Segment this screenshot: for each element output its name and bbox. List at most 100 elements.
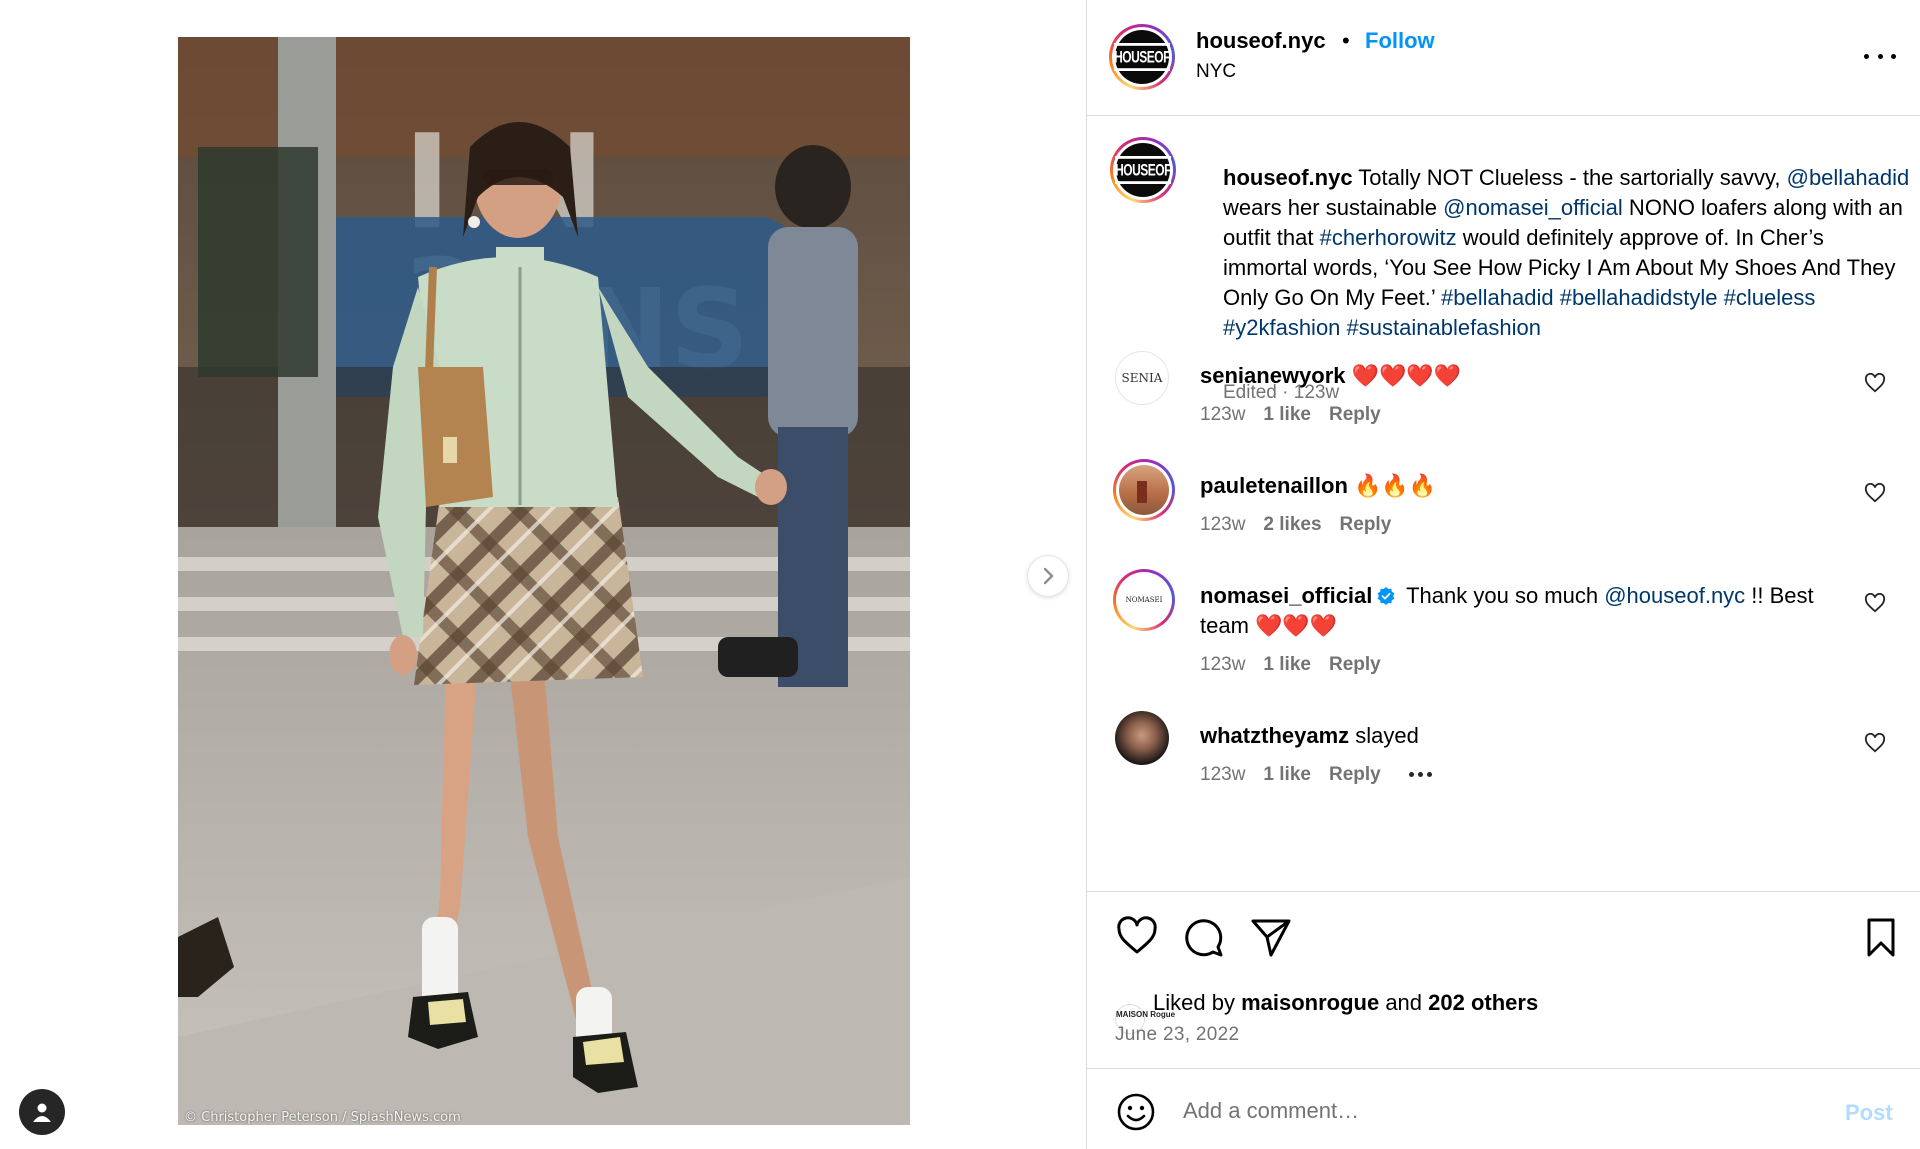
comment-text: Thank you so much	[1400, 583, 1605, 608]
caption-text-part: Totally NOT Clueless - the sartorially s…	[1352, 165, 1787, 190]
heart-icon[interactable]	[1864, 483, 1886, 503]
comment-item: NOMASEI nomasei_official Thank you so mu…	[1113, 569, 1895, 675]
comment-meta: 123w 2 likes Reply	[1200, 514, 1409, 536]
comments-list[interactable]: HOUSEOF houseof.nyc Totally NOT Clueless…	[1087, 117, 1920, 892]
comment-text: ❤️❤️❤️❤️	[1345, 363, 1462, 388]
author-avatar[interactable]: HOUSEOF	[1109, 24, 1175, 90]
comment-input[interactable]	[1183, 1092, 1803, 1130]
comment-likes[interactable]: 1 like	[1263, 654, 1311, 675]
comment-text: 🔥🔥🔥	[1347, 473, 1437, 498]
commenter-avatar[interactable]	[1113, 459, 1175, 521]
emoji-icon[interactable]	[1116, 1092, 1156, 1132]
liked-by-prefix: Liked by	[1153, 990, 1242, 1015]
commenter-avatar-text: SENIA	[1121, 371, 1163, 385]
more-horizontal-icon-dot	[1877, 53, 1883, 59]
post-location[interactable]: NYC	[1196, 61, 1236, 83]
more-horizontal-icon	[1864, 53, 1869, 59]
comment-body: nomasei_official Thank you so much @hous…	[1200, 581, 1840, 641]
commenter-avatar[interactable]: SENIA	[1115, 351, 1169, 405]
more-horizontal-icon	[1408, 772, 1414, 778]
caption-author-avatar-inner: HOUSEOF	[1113, 140, 1173, 200]
reply-button[interactable]: Reply	[1340, 514, 1392, 535]
commenter-avatar[interactable]: NOMASEI	[1113, 569, 1175, 631]
profile-button[interactable]	[19, 1089, 65, 1135]
comment-time[interactable]: 123w	[1200, 404, 1245, 425]
heart-icon[interactable]	[1864, 733, 1886, 753]
post-actions: MAISON RogueLiked by maisonrogue and 202…	[1087, 893, 1920, 1069]
reply-button[interactable]: Reply	[1329, 404, 1381, 425]
comment-item: SENIA senianewyork ❤️❤️❤️❤️ 123w 1 like Re…	[1115, 351, 1895, 441]
bookmark-icon[interactable]	[1859, 915, 1903, 959]
liked-by-others[interactable]: 202 others	[1428, 990, 1538, 1015]
comment-item: pauletenaillon 🔥🔥🔥 123w 2 likes Reply	[1113, 459, 1895, 551]
user-icon	[33, 1103, 51, 1122]
caption-mention[interactable]: @bellahadid	[1787, 165, 1910, 190]
commenter-avatar[interactable]	[1115, 711, 1169, 765]
commenter-avatar-inner	[1116, 462, 1172, 518]
heart-icon[interactable]	[1864, 373, 1886, 393]
comment-time[interactable]: 123w	[1200, 514, 1245, 535]
caption-hashtag[interactable]: #y2kfashion	[1223, 315, 1340, 340]
caption-author-avatar[interactable]: HOUSEOF	[1110, 137, 1176, 203]
more-options-button[interactable]	[1864, 46, 1896, 66]
caption-hashtag[interactable]: #sustainablefashion	[1347, 315, 1541, 340]
caption-hashtag[interactable]: #bellahadid	[1441, 285, 1554, 310]
post-date[interactable]: June 23, 2022	[1115, 1024, 1239, 1046]
caption-text-part: wears her sustainable	[1223, 195, 1444, 220]
comment-username[interactable]: nomasei_official	[1200, 583, 1372, 608]
caption-hashtag[interactable]: #clueless	[1724, 285, 1816, 310]
reply-button[interactable]: Reply	[1329, 654, 1381, 675]
caption-hashtag[interactable]: #bellahadidstyle	[1560, 285, 1718, 310]
comment-meta: 123w 1 like Reply	[1200, 764, 1450, 786]
comment-time[interactable]: 123w	[1200, 764, 1245, 785]
comment-body: senianewyork ❤️❤️❤️❤️	[1200, 361, 1840, 391]
comment-meta: 123w 1 like Reply	[1200, 404, 1399, 426]
send-icon[interactable]	[1249, 915, 1293, 959]
comment-mention[interactable]: @houseof.nyc	[1604, 583, 1745, 608]
houseof-logo-text: HOUSEOF	[1115, 156, 1171, 184]
author-username[interactable]: houseof.nyc	[1196, 28, 1326, 54]
comment-likes[interactable]: 1 like	[1263, 404, 1311, 425]
author-avatar-inner: HOUSEOF	[1112, 27, 1172, 87]
more-horizontal-icon-dot	[1426, 772, 1432, 778]
comment-text: slayed	[1349, 723, 1419, 748]
comment-username[interactable]: pauletenaillon	[1200, 473, 1348, 498]
post-photo[interactable]: I N 3 NS	[178, 37, 910, 1125]
add-comment-bar: Post	[1087, 1070, 1920, 1149]
comment-likes[interactable]: 2 likes	[1263, 514, 1321, 535]
more-horizontal-icon-dot	[1891, 53, 1896, 59]
reply-button[interactable]: Reply	[1329, 764, 1381, 785]
liked-by-middle: and	[1379, 990, 1429, 1015]
verified-badge-icon	[1377, 587, 1395, 605]
comment-time[interactable]: 123w	[1200, 654, 1245, 675]
follow-button[interactable]: Follow	[1365, 28, 1435, 54]
next-photo-button[interactable]	[1027, 555, 1069, 597]
liked-by-user[interactable]: maisonrogue	[1241, 990, 1379, 1015]
commenter-avatar-text: NOMASEI	[1125, 596, 1163, 604]
commenter-avatar-photo	[1119, 465, 1169, 515]
comment-username[interactable]: senianewyork	[1200, 363, 1346, 388]
post-comment-button[interactable]: Post	[1845, 1100, 1893, 1126]
chevron-right-icon	[1043, 567, 1054, 585]
post-photo-illustration: I N 3 NS	[178, 37, 910, 1125]
caption-username[interactable]: houseof.nyc	[1223, 165, 1353, 190]
houseof-logo: HOUSEOF	[1114, 30, 1170, 84]
caption-mention[interactable]: @nomasei_official	[1443, 195, 1623, 220]
heart-icon[interactable]	[1864, 593, 1886, 613]
heart-icon[interactable]	[1115, 915, 1159, 959]
comment-body: pauletenaillon 🔥🔥🔥	[1200, 471, 1840, 501]
houseof-logo: HOUSEOF	[1115, 143, 1171, 197]
comment-item: whatztheyamz slayed 123w 1 like Reply	[1115, 711, 1895, 801]
header-separator: •	[1342, 28, 1350, 53]
caption-text: houseof.nyc Totally NOT Clueless - the s…	[1223, 163, 1913, 343]
comment-username[interactable]: whatztheyamz	[1200, 723, 1349, 748]
comment-icon[interactable]	[1182, 915, 1226, 959]
houseof-logo-text: HOUSEOF	[1114, 43, 1170, 71]
comment-more-options[interactable]	[1408, 772, 1432, 778]
caption-hashtag[interactable]: #cherhorowitz	[1320, 225, 1457, 250]
comment-likes[interactable]: 1 like	[1263, 764, 1311, 785]
instagram-post-page: I N 3 NS	[0, 0, 1920, 1149]
photo-credit: © Christopher Peterson / SplashNews.com	[184, 1110, 461, 1125]
post-header: HOUSEOF houseof.nyc • Follow NYC	[1087, 0, 1920, 116]
comment-meta: 123w 1 like Reply	[1200, 654, 1399, 676]
